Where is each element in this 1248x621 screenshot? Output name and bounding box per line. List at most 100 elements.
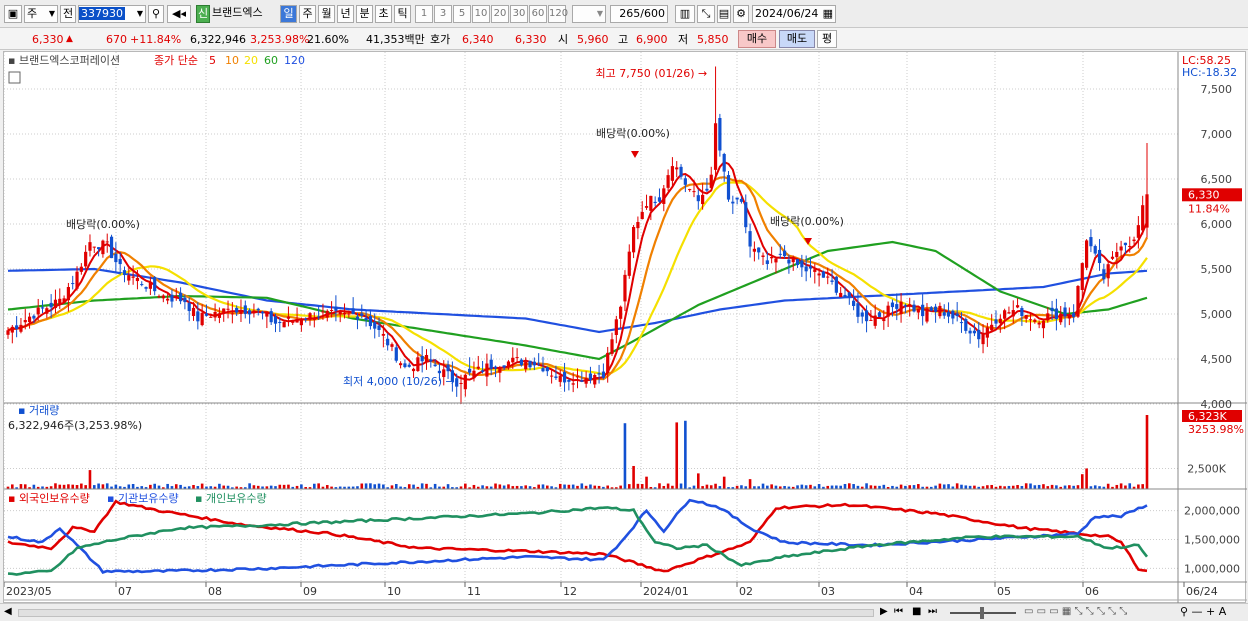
candles [6, 66, 1149, 404]
candle-body [636, 222, 640, 229]
buy-button[interactable]: 매수 [738, 30, 776, 48]
period-tab-0[interactable]: 일 [280, 5, 297, 23]
volume-bar [282, 484, 286, 489]
candle-body [524, 361, 528, 370]
zoom-controls[interactable]: ⚲ — + A [1180, 605, 1226, 618]
candle-body [118, 258, 122, 265]
eval-button[interactable]: 평 [817, 30, 837, 48]
candle-body [416, 357, 420, 372]
candle-body [541, 368, 545, 372]
dividend-annotation: 배당락(0.00%) [596, 127, 670, 140]
candle-body [795, 259, 800, 266]
candle-body [407, 364, 411, 367]
last-icon[interactable]: ⏭ [928, 606, 937, 617]
volume-bar [373, 484, 377, 489]
candle-body [1115, 251, 1119, 258]
period-tab-1[interactable]: 주 [299, 5, 316, 23]
candle-body [6, 330, 10, 335]
volume-bar [481, 485, 484, 489]
count-input[interactable]: 265/600 [610, 5, 668, 23]
volume-bar [947, 484, 950, 489]
speaker-icon[interactable]: ◀◂ [167, 5, 191, 23]
draw-tool-icon[interactable]: ⤡ [697, 5, 715, 23]
candle-body [230, 313, 234, 315]
candle-body [843, 294, 847, 298]
volume-bar [908, 485, 912, 489]
interval-button-5[interactable]: 5 [453, 5, 471, 23]
price-tick-label: 7,000 [1201, 128, 1233, 141]
save-icon[interactable]: ▤ [717, 5, 731, 23]
period-tab-3[interactable]: 년 [337, 5, 354, 23]
volume-value-label: 6,322,946주(3,253.98%) [8, 419, 142, 432]
interval-button-3[interactable]: 3 [434, 5, 452, 23]
layout-icons[interactable]: ▭ ▭ ▭ ▦ ⤡ ⤡ ⤡ ⤡ ⤡ [1024, 606, 1127, 617]
bottom-bar: ◀ ▶ ⏮ ■ ⏭ ▭ ▭ ▭ ▦ ⤡ ⤡ ⤡ ⤡ ⤡ ⚲ — + A [0, 603, 1248, 621]
gear-icon[interactable]: ⚙ [733, 5, 749, 23]
volume-bar [149, 484, 152, 489]
candle-body [308, 313, 312, 320]
ma-20-line [7, 181, 1148, 376]
volume-bar [19, 484, 23, 489]
candle-body [282, 321, 286, 328]
volume-bar [835, 485, 838, 489]
volume-bar [627, 484, 631, 489]
volume-bar [623, 423, 627, 489]
candle-body [62, 298, 66, 302]
candle-body [726, 175, 731, 200]
prev-button[interactable]: 전 [60, 5, 76, 23]
scroll-right-icon[interactable]: ▶ [880, 606, 888, 617]
interval-button-20[interactable]: 20 [491, 5, 509, 23]
volume-bar [464, 483, 467, 489]
candle-body [178, 292, 183, 302]
period-tab-5[interactable]: 초 [375, 5, 392, 23]
candle-body [235, 308, 239, 313]
candle-body [1011, 310, 1015, 317]
interval-button-30[interactable]: 30 [510, 5, 528, 23]
interval-button-10[interactable]: 10 [472, 5, 490, 23]
window-icon[interactable]: ▣ [4, 5, 22, 23]
candle-body [977, 329, 981, 340]
interval-button-120[interactable]: 120 [548, 5, 568, 23]
interval-dropdown[interactable]: ▼ [572, 5, 606, 23]
current-price-tag: 6,330 [1188, 188, 1220, 201]
first-icon[interactable]: ⏮ [894, 606, 903, 617]
holding-legend-0: ▪ 외국인보유수량 [8, 492, 90, 505]
period-select[interactable]: 주 ▼ [24, 5, 58, 23]
interval-button-1[interactable]: 1 [415, 5, 433, 23]
trade-amount: 41,353백만 [366, 33, 425, 46]
volume-bar [75, 485, 79, 489]
volume-bar [1085, 468, 1088, 489]
date-input[interactable]: 2024/06/24 ▦ [752, 5, 836, 23]
count-max: /600 [640, 7, 665, 20]
volume-bar [632, 465, 635, 489]
period-tab-6[interactable]: 틱 [394, 5, 411, 23]
candle-body [968, 330, 972, 334]
candle-body [964, 319, 968, 331]
stock-code-input[interactable]: 337930 ▼ [78, 5, 146, 23]
candle-body [368, 316, 373, 327]
volume-bar [964, 485, 968, 489]
stop-icon[interactable]: ■ [912, 606, 921, 617]
period-tab-2[interactable]: 월 [318, 5, 335, 23]
scroll-left-icon[interactable]: ◀ [4, 606, 12, 617]
candle-body [66, 287, 71, 301]
horizontal-scrollbar[interactable] [18, 609, 874, 617]
candle-body [390, 344, 394, 347]
candle-body [1003, 310, 1007, 319]
candle-body [226, 308, 230, 310]
candle-body [317, 316, 321, 318]
chart-type-icon[interactable]: ▥ [675, 5, 695, 23]
search-icon[interactable]: ⚲ [148, 5, 164, 23]
candle-body [826, 276, 830, 278]
candle-body [10, 326, 14, 333]
candle-body [597, 373, 601, 375]
candle-body [709, 174, 713, 188]
ask-value: 6,340 [462, 33, 494, 46]
zoom-slider-handle[interactable] [980, 607, 984, 619]
volume-current-tag: 6,323K [1188, 410, 1227, 423]
candle-body [942, 312, 946, 316]
interval-button-60[interactable]: 60 [529, 5, 547, 23]
sell-button[interactable]: 매도 [779, 30, 815, 48]
period-tab-4[interactable]: 분 [356, 5, 373, 23]
volume-bar [748, 479, 752, 489]
